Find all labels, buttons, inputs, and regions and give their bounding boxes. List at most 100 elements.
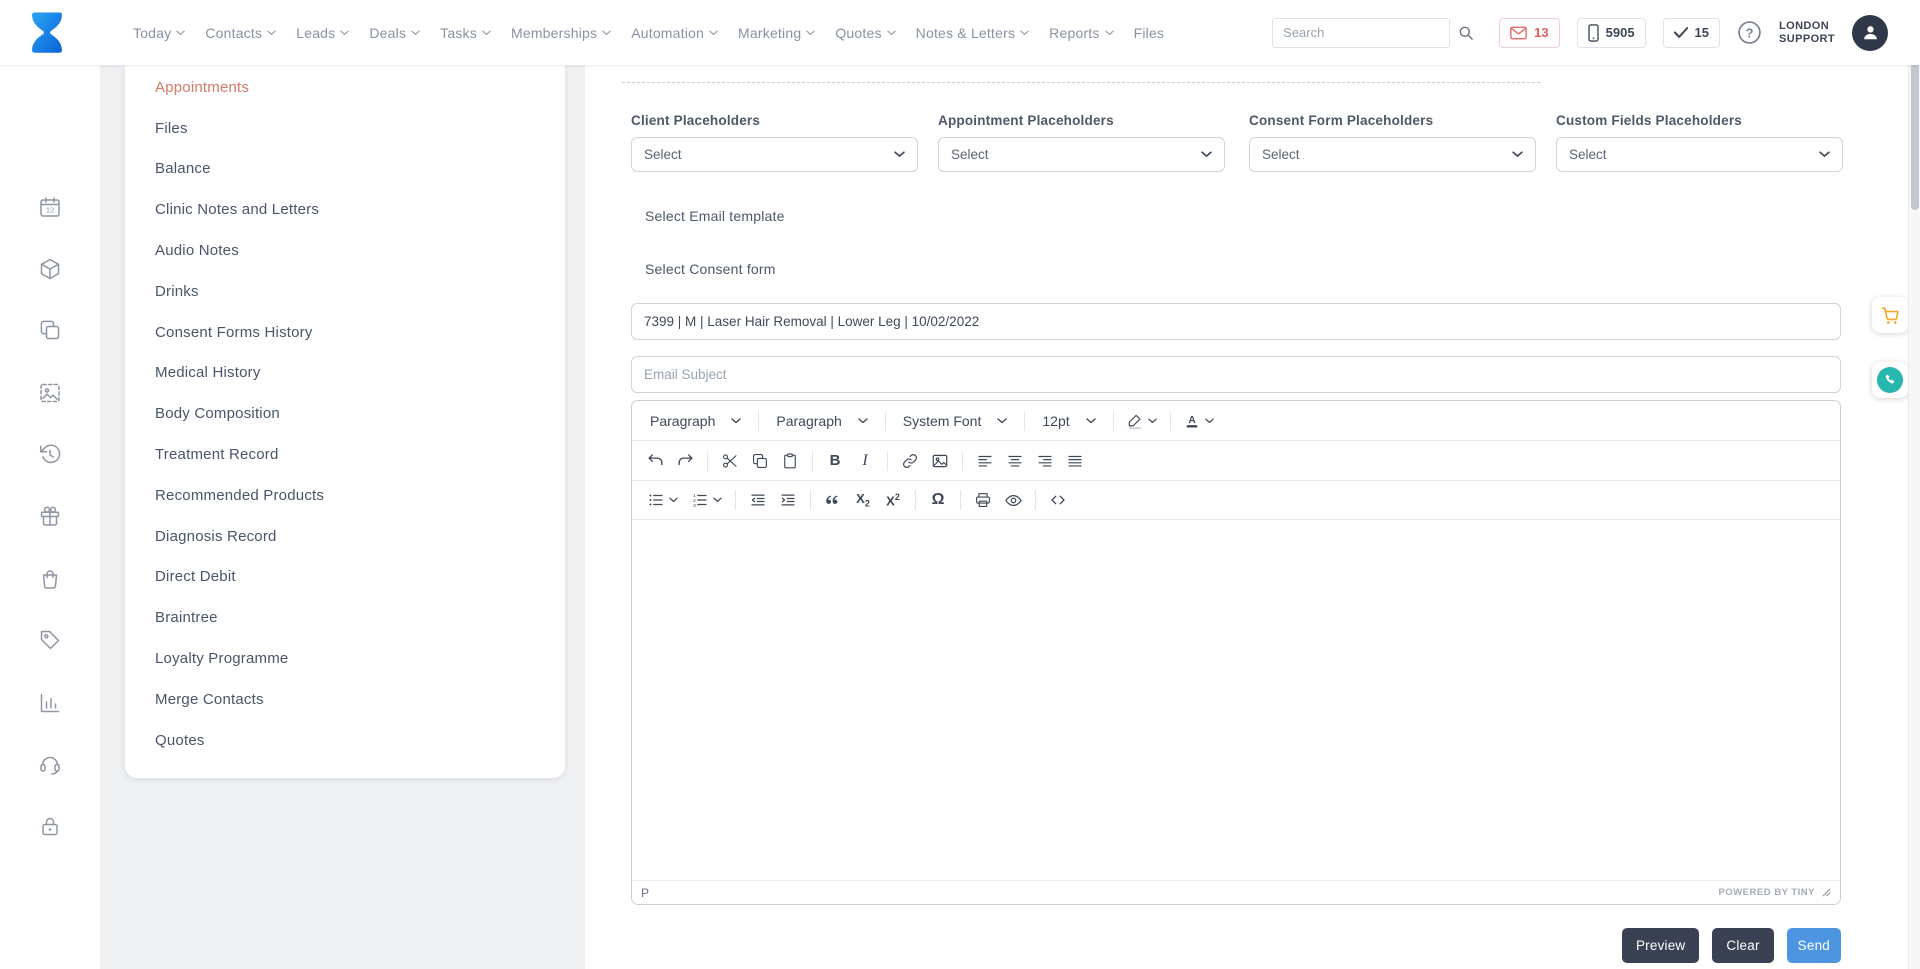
- font-size-select[interactable]: 12pt: [1032, 406, 1105, 436]
- subscript-button[interactable]: X2: [848, 485, 878, 515]
- cart-button[interactable]: [1872, 297, 1908, 333]
- sidebar-item-appointments[interactable]: Appointments: [125, 67, 565, 108]
- undo-button[interactable]: [640, 446, 670, 476]
- rail-gift-button[interactable]: [38, 504, 62, 528]
- nav-item-memberships[interactable]: Memberships: [511, 25, 611, 41]
- nav-item-marketing[interactable]: Marketing: [738, 25, 815, 41]
- sidebar-item-medical-history[interactable]: Medical History: [125, 353, 565, 394]
- sidebar-item-clinic-notes-and-letters[interactable]: Clinic Notes and Letters: [125, 189, 565, 230]
- sidebar-item-recommended-products[interactable]: Recommended Products: [125, 475, 565, 516]
- svg-text:12: 12: [46, 206, 54, 215]
- rail-products-button[interactable]: [38, 257, 62, 281]
- italic-button[interactable]: I: [850, 446, 880, 476]
- block-format-select[interactable]: Paragraph: [640, 406, 751, 436]
- special-character-button[interactable]: Ω: [923, 485, 953, 515]
- resize-handle[interactable]: [1822, 888, 1831, 897]
- select-email-template-link[interactable]: Select Email template: [645, 208, 785, 224]
- user-avatar[interactable]: [1852, 15, 1888, 51]
- sidebar-item-files[interactable]: Files: [125, 108, 565, 149]
- bold-button[interactable]: B: [820, 446, 850, 476]
- print-button[interactable]: [968, 485, 998, 515]
- help-button[interactable]: ?: [1737, 20, 1762, 45]
- rail-reports-button[interactable]: [38, 691, 62, 715]
- treatment-subject-input[interactable]: [631, 303, 1841, 340]
- insert-link-button[interactable]: [895, 446, 925, 476]
- rail-photos-button[interactable]: [38, 381, 62, 405]
- sidebar-item-loyalty-programme[interactable]: Loyalty Programme: [125, 638, 565, 679]
- numbered-list-button[interactable]: 123: [684, 485, 728, 515]
- scrollbar-thumb[interactable]: [1911, 62, 1919, 210]
- page-scrollbar[interactable]: [1908, 0, 1920, 969]
- appointment-placeholders-select[interactable]: Select: [938, 137, 1225, 172]
- rail-calendar-button[interactable]: 12: [38, 195, 62, 219]
- sidebar-item-audio-notes[interactable]: Audio Notes: [125, 230, 565, 271]
- custom-fields-placeholders-select[interactable]: Select: [1556, 137, 1843, 172]
- email-subject-input[interactable]: [631, 356, 1841, 393]
- bullet-list-button[interactable]: [640, 485, 684, 515]
- text-color-button[interactable]: A: [1178, 406, 1220, 436]
- nav-item-quotes[interactable]: Quotes: [835, 25, 895, 41]
- cut-button[interactable]: [715, 446, 745, 476]
- sidebar-item-body-composition[interactable]: Body Composition: [125, 393, 565, 434]
- sidebar-item-treatment-record[interactable]: Treatment Record: [125, 434, 565, 475]
- justify-button[interactable]: [1060, 446, 1090, 476]
- nav-item-notes-letters[interactable]: Notes & Letters: [916, 25, 1030, 41]
- rail-shop-button[interactable]: [38, 567, 62, 591]
- align-center-button[interactable]: [1000, 446, 1030, 476]
- redo-button[interactable]: [670, 446, 700, 476]
- rail-copy-button[interactable]: [38, 318, 62, 342]
- print-icon: [974, 491, 992, 509]
- element-path[interactable]: P: [641, 886, 649, 900]
- nav-item-deals[interactable]: Deals: [369, 25, 420, 41]
- sidebar-item-braintree[interactable]: Braintree: [125, 597, 565, 638]
- rail-tag-button[interactable]: [38, 628, 62, 652]
- source-code-button[interactable]: [1043, 485, 1073, 515]
- align-left-button[interactable]: [970, 446, 1000, 476]
- nav-item-files[interactable]: Files: [1134, 25, 1165, 41]
- nav-item-today[interactable]: Today: [133, 25, 185, 41]
- editor-body[interactable]: [632, 520, 1840, 880]
- rail-support-button[interactable]: [38, 752, 62, 776]
- superscript-button[interactable]: X2: [878, 485, 908, 515]
- sidebar-item-diagnosis-record[interactable]: Diagnosis Record: [125, 516, 565, 557]
- tasks-counter-button[interactable]: 15: [1663, 18, 1720, 48]
- preview-button[interactable]: Preview: [1622, 928, 1699, 963]
- indent-button[interactable]: [773, 485, 803, 515]
- sidebar-item-drinks[interactable]: Drinks: [125, 271, 565, 312]
- sidebar-item-consent-forms-history[interactable]: Consent Forms History: [125, 312, 565, 353]
- blockquote-button[interactable]: [818, 485, 848, 515]
- app-logo[interactable]: [24, 9, 70, 55]
- nav-item-tasks[interactable]: Tasks: [440, 25, 491, 41]
- search-icon: [1458, 25, 1474, 41]
- style-format-select[interactable]: Paragraph: [766, 406, 877, 436]
- outdent-button[interactable]: [743, 485, 773, 515]
- sidebar-item-merge-contacts[interactable]: Merge Contacts: [125, 679, 565, 720]
- clear-button[interactable]: Clear: [1712, 928, 1773, 963]
- insert-image-button[interactable]: [925, 446, 955, 476]
- nav-item-automation[interactable]: Automation: [631, 25, 718, 41]
- rail-history-button[interactable]: [38, 442, 62, 466]
- font-family-select[interactable]: System Font: [893, 406, 1018, 436]
- paste-button[interactable]: [775, 446, 805, 476]
- rail-lock-button[interactable]: [38, 814, 62, 838]
- nav-item-contacts[interactable]: Contacts: [205, 25, 276, 41]
- search-input[interactable]: [1272, 18, 1450, 48]
- nav-item-reports[interactable]: Reports: [1049, 25, 1113, 41]
- inbox-button[interactable]: 13: [1499, 18, 1559, 48]
- copy-button[interactable]: [745, 446, 775, 476]
- align-right-button[interactable]: [1030, 446, 1060, 476]
- select-consent-form-link[interactable]: Select Consent form: [645, 261, 776, 277]
- sidebar-item-quotes[interactable]: Quotes: [125, 720, 565, 761]
- call-widget-button[interactable]: [1872, 362, 1908, 398]
- search-button[interactable]: [1450, 18, 1482, 48]
- chevron-down-icon: [1148, 418, 1157, 424]
- calls-button[interactable]: 5905: [1577, 18, 1646, 48]
- sidebar-item-direct-debit[interactable]: Direct Debit: [125, 557, 565, 598]
- sidebar-item-balance[interactable]: Balance: [125, 149, 565, 190]
- consent-form-placeholders-select[interactable]: Select: [1249, 137, 1536, 172]
- send-button[interactable]: Send: [1787, 928, 1841, 963]
- nav-item-leads[interactable]: Leads: [296, 25, 349, 41]
- highlight-color-button[interactable]: [1121, 406, 1163, 436]
- preview-toggle-button[interactable]: [998, 485, 1028, 515]
- client-placeholders-select[interactable]: Select: [631, 137, 918, 172]
